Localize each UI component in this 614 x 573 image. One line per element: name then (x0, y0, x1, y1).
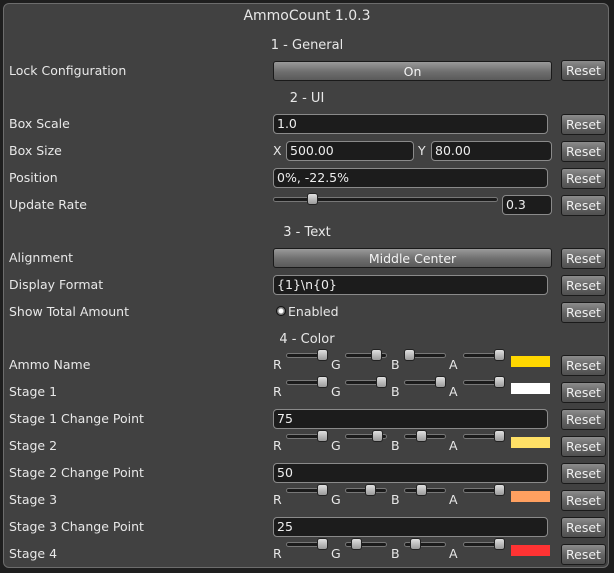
box-scale-reset-button[interactable]: Reset (561, 114, 606, 135)
stage4-b-slider-handle[interactable] (410, 538, 421, 550)
stage3-a-label: A (449, 492, 458, 507)
show-total-amount-reset-button[interactable]: Reset (561, 302, 606, 323)
stage1-r-label: R (273, 384, 282, 399)
box-size-label: Box Size (9, 143, 62, 158)
section-color-header: 4 - Color (279, 332, 335, 347)
ammo-name-label: Ammo Name (9, 357, 91, 372)
stage1-b-label: B (391, 384, 400, 399)
position-input[interactable]: 0%, -22.5% (273, 168, 548, 188)
show-total-amount-label: Show Total Amount (9, 304, 129, 319)
stage2-color-swatch (511, 437, 550, 448)
ammo-name-g-label: G (331, 357, 341, 372)
ammo-name-a-label: A (449, 357, 458, 372)
stage3-change-reset-button[interactable]: Reset (561, 517, 606, 538)
stage1-label: Stage 1 (9, 384, 58, 399)
stage1-a-slider-handle[interactable] (494, 376, 505, 388)
display-format-reset-button[interactable]: Reset (561, 275, 606, 296)
section-text-header: 3 - Text (283, 225, 331, 240)
ammo-name-r-slider-handle[interactable] (317, 349, 328, 361)
ammo-name-b-slider-handle[interactable] (404, 349, 415, 361)
stage1-change-label: Stage 1 Change Point (9, 411, 144, 426)
stage3-label: Stage 3 (9, 492, 58, 507)
stage3-r-slider-handle[interactable] (317, 484, 328, 496)
ammo-name-r-label: R (273, 357, 282, 372)
stage4-reset-button[interactable]: Reset (561, 544, 606, 565)
stage2-change-reset-button[interactable]: Reset (561, 463, 606, 484)
alignment-label: Alignment (9, 250, 74, 265)
stage2-r-slider-handle[interactable] (317, 430, 328, 442)
box-size-y-input[interactable]: 80.00 (431, 141, 552, 161)
box-scale-label: Box Scale (9, 116, 70, 131)
show-total-amount-checkbox-label[interactable]: Enabled (288, 304, 339, 319)
stage2-label: Stage 2 (9, 438, 58, 453)
stage3-g-label: G (331, 492, 341, 507)
stage1-g-slider-handle[interactable] (376, 376, 387, 388)
lock-configuration-reset-button[interactable]: Reset (561, 60, 606, 81)
ammo-name-reset-button[interactable]: Reset (561, 355, 606, 376)
position-reset-button[interactable]: Reset (561, 168, 606, 189)
stage2-b-slider-handle[interactable] (416, 430, 427, 442)
section-general-header: 1 - General (270, 38, 344, 53)
stage1-r-slider-handle[interactable] (317, 376, 328, 388)
stage1-color-swatch (511, 383, 550, 394)
stage3-r-label: R (273, 492, 282, 507)
stage3-color-swatch (511, 491, 550, 502)
ammo-name-a-slider-handle[interactable] (494, 349, 505, 361)
stage3-change-label: Stage 3 Change Point (9, 519, 144, 534)
stage3-change-input[interactable]: 25 (273, 517, 548, 537)
box-size-x-input[interactable]: 500.00 (286, 141, 414, 161)
update-rate-label: Update Rate (9, 197, 87, 212)
lock-configuration-label: Lock Configuration (9, 63, 127, 78)
show-total-amount-checkbox[interactable] (276, 306, 286, 316)
ammo-name-color-swatch (511, 356, 550, 367)
ammo-name-b-label: B (391, 357, 400, 372)
alignment-reset-button[interactable]: Reset (561, 248, 606, 269)
box-scale-input[interactable]: 1.0 (273, 114, 548, 134)
stage3-reset-button[interactable]: Reset (561, 490, 606, 511)
stage4-r-slider-handle[interactable] (317, 538, 328, 550)
update-rate-input[interactable]: 0.3 (502, 195, 552, 215)
stage4-a-label: A (449, 546, 458, 561)
window-title: AmmoCount 1.0.3 (243, 8, 371, 24)
stage2-a-slider-handle[interactable] (494, 430, 505, 442)
display-format-input[interactable]: {1}\n{0} (273, 275, 548, 295)
stage4-g-label: G (331, 546, 341, 561)
stage3-b-slider-handle[interactable] (416, 484, 427, 496)
stage1-change-input[interactable]: 75 (273, 409, 548, 429)
stage3-g-slider-handle[interactable] (365, 484, 376, 496)
stage4-label: Stage 4 (9, 546, 58, 561)
stage2-b-label: B (391, 438, 400, 453)
stage1-a-label: A (449, 384, 458, 399)
stage4-r-label: R (273, 546, 282, 561)
box-size-x-label: X (273, 143, 282, 158)
stage2-g-slider-handle[interactable] (372, 430, 383, 442)
stage2-r-label: R (273, 438, 282, 453)
stage2-reset-button[interactable]: Reset (561, 436, 606, 457)
stage2-change-input[interactable]: 50 (273, 463, 548, 483)
position-label: Position (9, 170, 58, 185)
alignment-selector-button[interactable]: Middle Center (273, 248, 552, 268)
update-rate-slider-handle[interactable] (307, 193, 318, 205)
stage3-a-slider-handle[interactable] (494, 484, 505, 496)
section-ui-header: 2 - UI (289, 91, 325, 106)
stage4-color-swatch (511, 545, 550, 556)
stage1-g-label: G (331, 384, 341, 399)
display-format-label: Display Format (9, 277, 104, 292)
box-size-reset-button[interactable]: Reset (561, 141, 606, 162)
stage4-a-slider-handle[interactable] (494, 538, 505, 550)
update-rate-reset-button[interactable]: Reset (561, 195, 606, 216)
stage2-g-label: G (331, 438, 341, 453)
lock-configuration-toggle[interactable]: On (273, 61, 552, 81)
stage4-b-label: B (391, 546, 400, 561)
ammo-name-g-slider-handle[interactable] (371, 349, 382, 361)
stage2-change-label: Stage 2 Change Point (9, 465, 144, 480)
stage3-b-label: B (391, 492, 400, 507)
stage4-g-slider-handle[interactable] (351, 538, 362, 550)
box-size-y-label: Y (418, 143, 426, 158)
stage1-b-slider-handle[interactable] (435, 376, 446, 388)
stage2-a-label: A (449, 438, 458, 453)
stage1-reset-button[interactable]: Reset (561, 382, 606, 403)
stage1-change-reset-button[interactable]: Reset (561, 409, 606, 430)
